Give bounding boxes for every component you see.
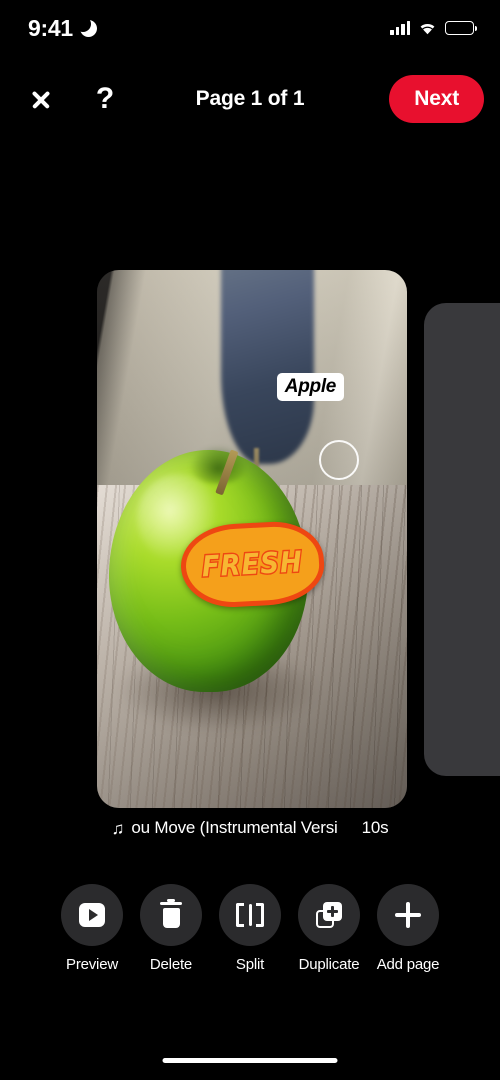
sound-track-row[interactable]: ♫ ou Move (Instrumental Versi 10s (0, 818, 500, 838)
phone-screen: 9:41 ? Page 1 of 1 Next FRESH Apple ♫ ou… (0, 0, 500, 1080)
page-card-2-placeholder[interactable] (424, 303, 500, 776)
apple-dimple (188, 445, 249, 485)
page-canvas: FRESH Apple (0, 270, 500, 810)
music-note-icon: ♫ (111, 818, 125, 838)
help-button[interactable]: ? (83, 77, 127, 121)
tool-preview[interactable]: Preview (61, 884, 123, 973)
selection-ring-handle[interactable] (318, 440, 359, 480)
sound-duration: 10s (361, 818, 389, 837)
close-x-icon (29, 87, 53, 111)
tool-add-page[interactable]: Add page (376, 884, 440, 973)
status-left-group: 9:41 (28, 15, 97, 42)
tool-duplicate-label: Duplicate (298, 956, 360, 973)
tool-split-circle[interactable] (219, 884, 281, 946)
cellular-signal-icon (390, 21, 410, 35)
status-bar: 9:41 (0, 0, 500, 56)
tool-duplicate[interactable]: Duplicate (298, 884, 360, 973)
page-card-1[interactable]: FRESH Apple (97, 270, 407, 808)
tool-add-page-label: Add page (376, 956, 440, 973)
plus-icon (395, 902, 421, 928)
editor-header: ? Page 1 of 1 Next (0, 62, 500, 136)
tool-split-label: Split (235, 956, 265, 973)
play-button-icon (79, 903, 105, 927)
apple-text-sticker[interactable]: Apple (276, 373, 345, 402)
editor-toolbar: Preview Delete Split Duplicate Add page (0, 884, 500, 973)
tool-preview-label: Preview (66, 956, 118, 973)
sound-track-title: ou Move (Instrumental Versi (131, 818, 338, 837)
tool-duplicate-circle[interactable] (298, 884, 360, 946)
split-brackets-icon (236, 903, 264, 927)
crescent-moon-icon (74, 15, 97, 37)
trash-icon (159, 898, 183, 928)
tool-split[interactable]: Split (219, 884, 281, 973)
tool-preview-circle[interactable] (61, 884, 123, 946)
photo-jeans-blur (221, 270, 314, 464)
duplicate-pages-icon (316, 902, 342, 928)
close-button[interactable] (19, 77, 63, 121)
status-right-group (390, 21, 477, 35)
next-button[interactable]: Next (389, 75, 484, 123)
wifi-icon (418, 21, 437, 35)
status-time: 9:41 (28, 14, 73, 41)
fresh-sticker-label: FRESH (199, 544, 304, 585)
question-mark-icon: ? (95, 82, 115, 115)
tool-delete-circle[interactable] (140, 884, 202, 946)
tool-delete-label: Delete (149, 956, 193, 973)
battery-full-icon (445, 21, 477, 35)
tool-delete[interactable]: Delete (140, 884, 202, 973)
home-indicator[interactable] (162, 1057, 338, 1063)
tool-add-page-circle[interactable] (377, 884, 439, 946)
